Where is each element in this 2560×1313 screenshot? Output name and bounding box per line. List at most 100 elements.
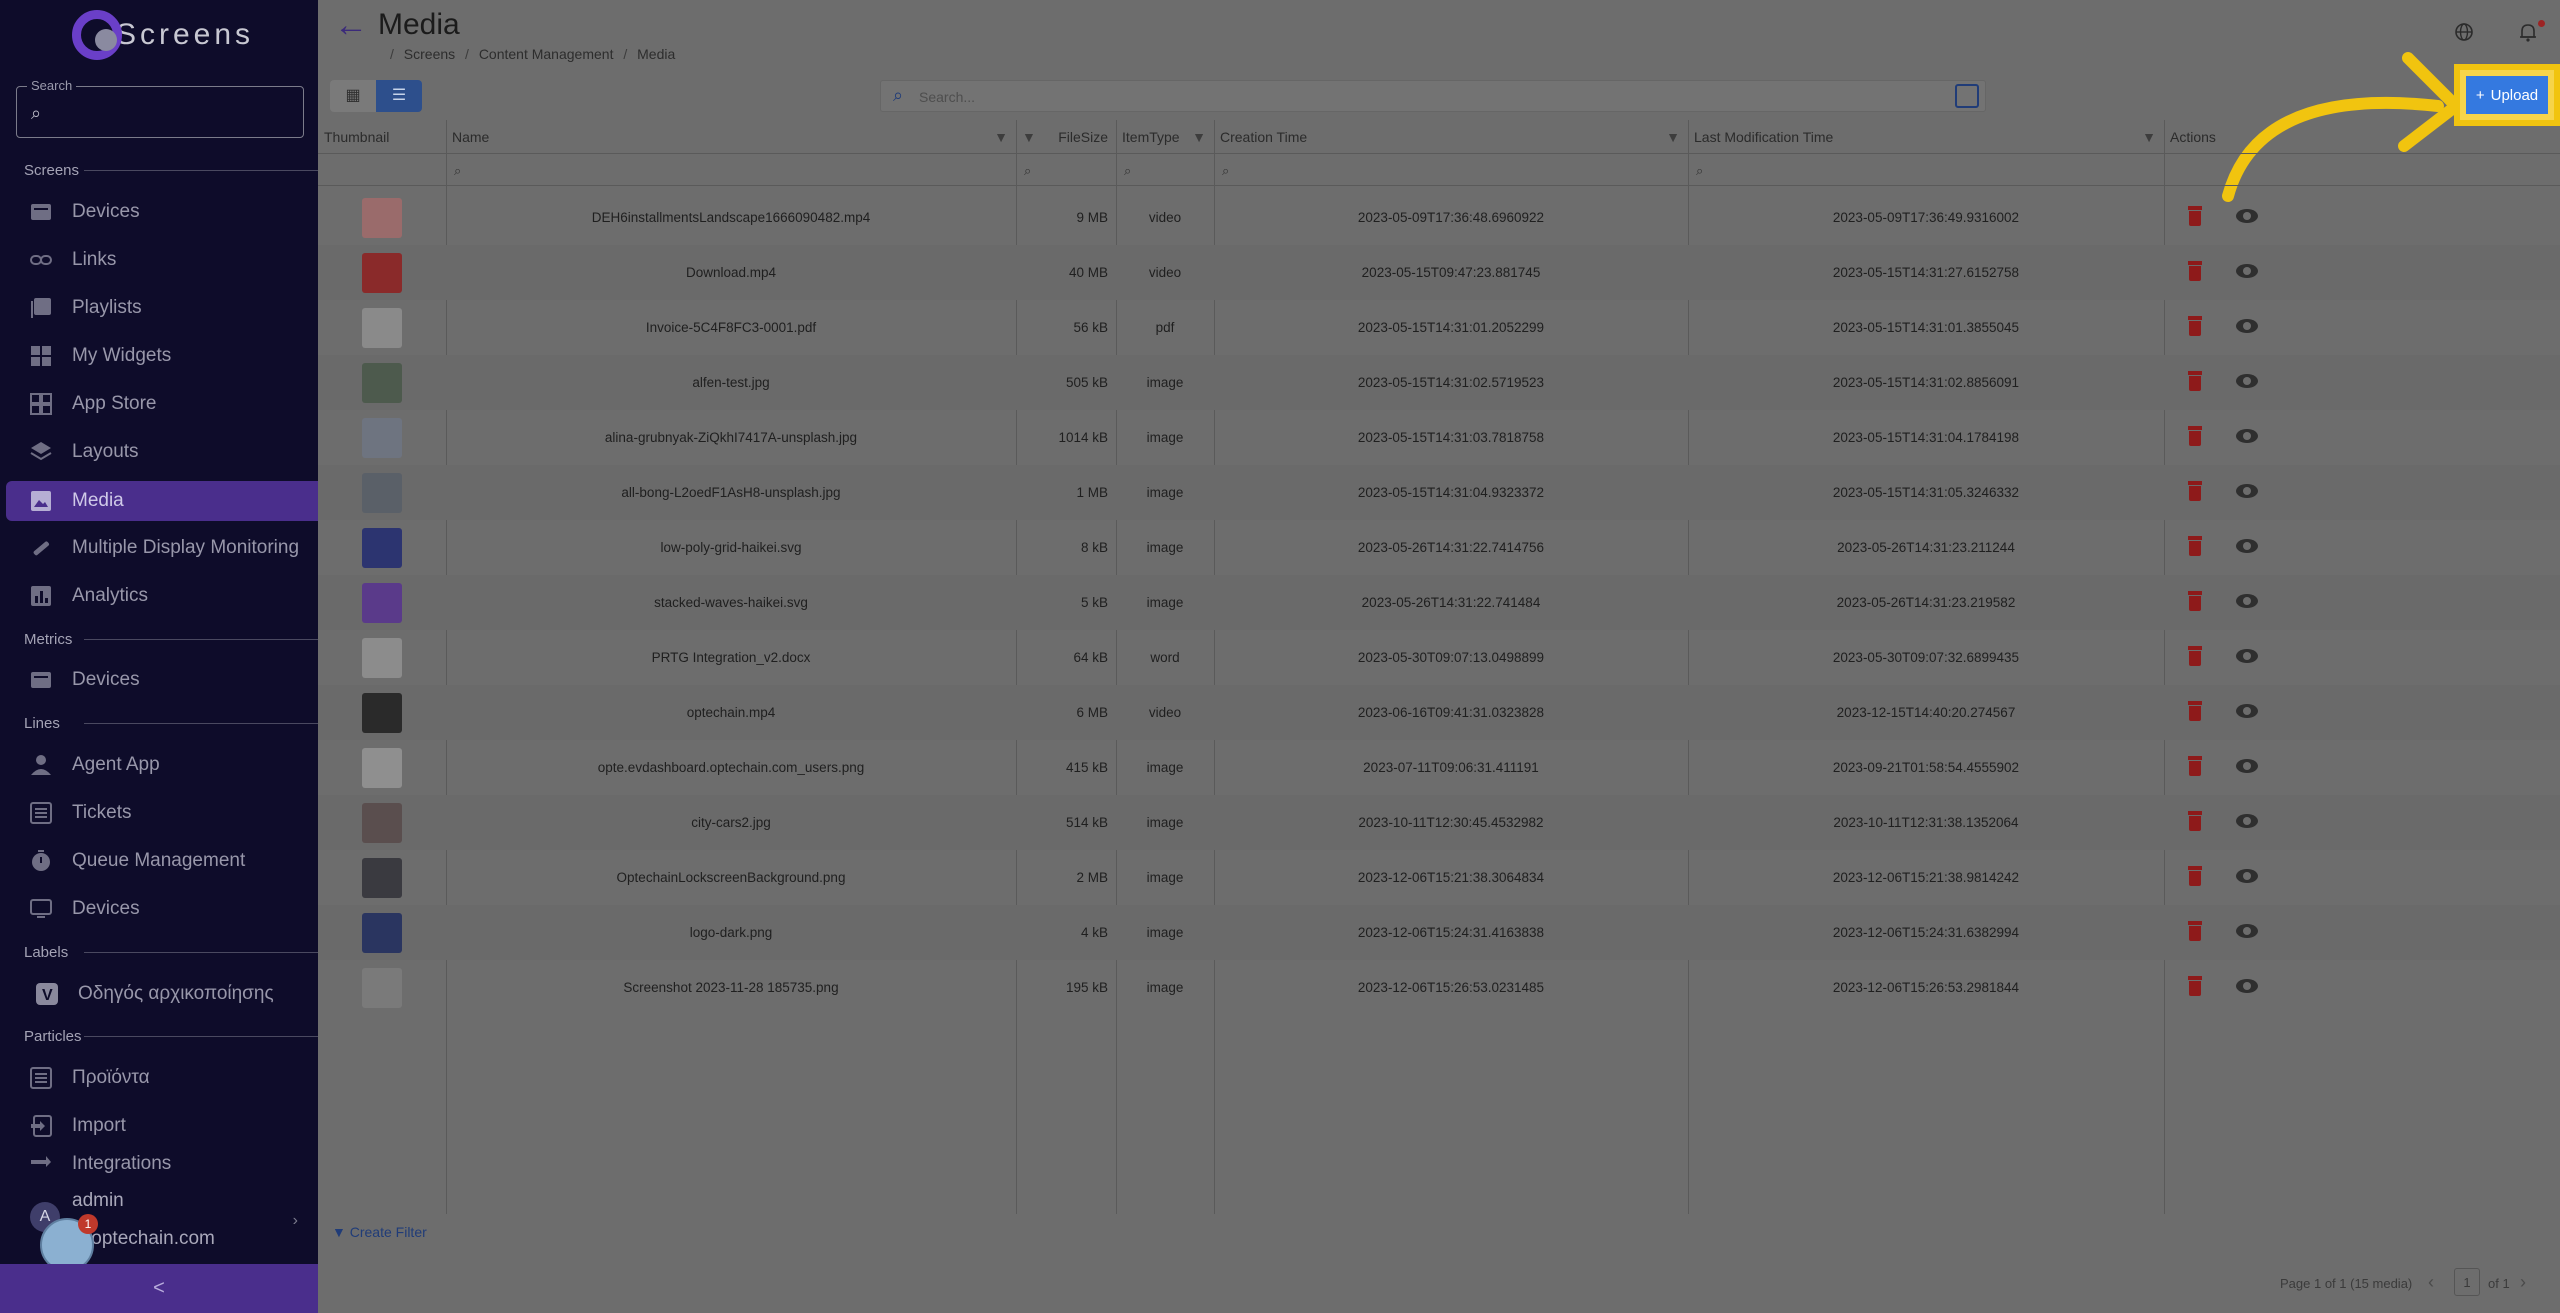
media-search-input[interactable]: ⌕ Search... — [880, 80, 1986, 112]
next-page-icon[interactable]: › — [2520, 1272, 2526, 1293]
preview-eye-icon[interactable] — [2236, 539, 2258, 553]
filter-icon[interactable]: ▼ — [1192, 120, 1206, 154]
sidebar-item-multiple-display-monitoring[interactable]: Multiple Display Monitoring — [6, 528, 318, 568]
media-thumbnail[interactable] — [362, 253, 402, 293]
table-row[interactable]: low-poly-grid-haikei.svg 8 kB image 2023-05… — [318, 520, 2560, 575]
sidebar-item-my-widgets[interactable]: My Widgets — [6, 336, 318, 376]
media-thumbnail[interactable] — [362, 418, 402, 458]
delete-icon[interactable] — [2188, 866, 2202, 886]
media-thumbnail[interactable] — [362, 748, 402, 788]
sidebar-item-import[interactable]: Import — [6, 1106, 318, 1146]
modification-time-filter-input[interactable]: ⌕ — [1688, 156, 2164, 186]
table-row[interactable]: Screenshot 2023-11-28 185735.png 195 kB im… — [318, 960, 2560, 1015]
sidebar-item-links[interactable]: Links — [6, 240, 318, 280]
table-row[interactable]: alina-grubnyak-ZiQkhI7417A-unsplash.jpg 1… — [318, 410, 2560, 465]
media-thumbnail[interactable] — [362, 528, 402, 568]
delete-icon[interactable] — [2188, 426, 2202, 446]
column-header-name[interactable]: Name ▼ — [446, 120, 1016, 154]
filter-icon[interactable]: ▼ — [2142, 120, 2156, 154]
breadcrumb-item[interactable]: Screens — [404, 46, 455, 62]
sidebar-search-input[interactable]: Search ⌕ — [16, 78, 304, 138]
media-thumbnail[interactable] — [362, 363, 402, 403]
filter-icon[interactable]: ▼ — [994, 120, 1008, 154]
column-header-creation-time[interactable]: Creation Time ▼ — [1214, 120, 1688, 154]
media-thumbnail[interactable] — [362, 968, 402, 1008]
filter-icon[interactable]: ▼ — [1666, 120, 1680, 154]
preview-eye-icon[interactable] — [2236, 484, 2258, 498]
grid-view-button[interactable]: ▦ — [330, 80, 376, 112]
column-header-filesize[interactable]: ▼ FileSize — [1016, 120, 1116, 154]
bell-icon[interactable] — [2518, 22, 2538, 48]
sidebar-item-queue-management[interactable]: Queue Management — [6, 841, 318, 881]
column-header-itemtype[interactable]: ItemType ▼ — [1116, 120, 1214, 154]
table-row[interactable]: all-bong-L2oedF1AsH8-unsplash.jpg 1 MB ima… — [318, 465, 2560, 520]
image-search-icon[interactable] — [1955, 84, 1979, 108]
delete-icon[interactable] — [2188, 371, 2202, 391]
sidebar-item-lines-devices[interactable]: Devices — [6, 889, 318, 929]
collapse-sidebar-button[interactable]: < — [0, 1264, 318, 1313]
table-row[interactable]: stacked-waves-haikei.svg 5 kB image 2023-05… — [318, 575, 2560, 630]
sidebar-item-products[interactable]: Προϊόντα — [6, 1058, 318, 1098]
delete-icon[interactable] — [2188, 481, 2202, 501]
column-header-thumbnail[interactable]: Thumbnail — [318, 120, 446, 154]
media-thumbnail[interactable] — [362, 638, 402, 678]
table-row[interactable]: Download.mp4 40 MB video 2023-05-15T09:47:2… — [318, 245, 2560, 300]
media-thumbnail[interactable] — [362, 583, 402, 623]
preview-eye-icon[interactable] — [2236, 209, 2258, 223]
media-thumbnail[interactable] — [362, 308, 402, 348]
globe-icon[interactable] — [2454, 22, 2474, 48]
preview-eye-icon[interactable] — [2236, 319, 2258, 333]
table-row[interactable]: DEH6installmentsLandscape1666090482.mp4 9… — [318, 190, 2560, 245]
preview-eye-icon[interactable] — [2236, 264, 2258, 278]
filter-icon[interactable]: ▼ — [1022, 120, 1036, 154]
preview-eye-icon[interactable] — [2236, 924, 2258, 938]
delete-icon[interactable] — [2188, 976, 2202, 996]
media-thumbnail[interactable] — [362, 693, 402, 733]
preview-eye-icon[interactable] — [2236, 374, 2258, 388]
delete-icon[interactable] — [2188, 701, 2202, 721]
media-thumbnail[interactable] — [362, 858, 402, 898]
delete-icon[interactable] — [2188, 206, 2202, 226]
sidebar-item-analytics[interactable]: Analytics — [6, 576, 318, 616]
preview-eye-icon[interactable] — [2236, 649, 2258, 663]
sidebar-item-tickets[interactable]: Tickets — [6, 793, 318, 833]
list-view-button[interactable]: ☰ — [376, 80, 422, 112]
table-row[interactable]: Invoice-5C4F8FC3-0001.pdf 56 kB pdf 2023-05… — [318, 300, 2560, 355]
itemtype-filter-input[interactable]: ⌕ — [1116, 156, 1214, 186]
prev-page-icon[interactable]: ‹ — [2428, 1272, 2434, 1293]
page-number-input[interactable]: 1 — [2454, 1268, 2480, 1296]
sidebar-item-layouts[interactable]: Layouts — [6, 432, 318, 472]
table-row[interactable]: alfen-test.jpg 505 kB image 2023-05-15T14:3… — [318, 355, 2560, 410]
sidebar-item-media[interactable]: Media — [6, 481, 318, 521]
preview-eye-icon[interactable] — [2236, 759, 2258, 773]
delete-icon[interactable] — [2188, 811, 2202, 831]
delete-icon[interactable] — [2188, 316, 2202, 336]
sidebar-item-agent-app[interactable]: Agent App — [6, 745, 318, 785]
create-filter-button[interactable]: ▼ Create Filter — [332, 1224, 427, 1240]
back-arrow-icon[interactable]: ← — [334, 6, 368, 45]
preview-eye-icon[interactable] — [2236, 594, 2258, 608]
media-thumbnail[interactable] — [362, 803, 402, 843]
table-row[interactable]: opte.evdashboard.optechain.com_users.png… — [318, 740, 2560, 795]
delete-icon[interactable] — [2188, 536, 2202, 556]
preview-eye-icon[interactable] — [2236, 979, 2258, 993]
table-row[interactable]: PRTG Integration_v2.docx 64 kB word 2023-05… — [318, 630, 2560, 685]
sidebar-item-devices[interactable]: Devices — [6, 192, 318, 232]
breadcrumb-item[interactable]: Content Management — [479, 46, 614, 62]
media-thumbnail[interactable] — [362, 198, 402, 238]
creation-time-filter-input[interactable]: ⌕ — [1214, 156, 1688, 186]
sidebar-item-app-store[interactable]: App Store — [6, 384, 318, 424]
preview-eye-icon[interactable] — [2236, 869, 2258, 883]
preview-eye-icon[interactable] — [2236, 704, 2258, 718]
sidebar-item-setup-guide[interactable]: V Οδηγός αρχικοποίησης — [6, 974, 318, 1014]
table-row[interactable]: logo-dark.png 4 kB image 2023-12-06T15:24:3… — [318, 905, 2560, 960]
delete-icon[interactable] — [2188, 756, 2202, 776]
preview-eye-icon[interactable] — [2236, 429, 2258, 443]
delete-icon[interactable] — [2188, 646, 2202, 666]
media-thumbnail[interactable] — [362, 913, 402, 953]
upload-button[interactable]: + Upload — [2460, 70, 2554, 120]
table-row[interactable]: OptechainLockscreenBackground.png 2 MB ima… — [318, 850, 2560, 905]
table-row[interactable]: city-cars2.jpg 514 kB image 2023-10-11T12:3… — [318, 795, 2560, 850]
media-thumbnail[interactable] — [362, 473, 402, 513]
preview-eye-icon[interactable] — [2236, 814, 2258, 828]
